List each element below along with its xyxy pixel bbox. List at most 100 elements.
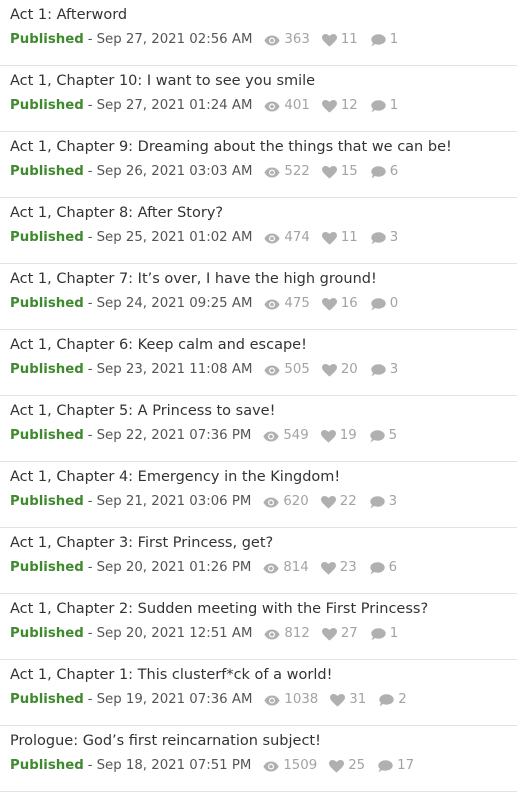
status-label: Published [10, 362, 84, 377]
comments-stat: 3 [369, 491, 397, 513]
likes-count: 27 [340, 626, 358, 641]
views-count: 522 [284, 164, 310, 179]
likes-stat: 27 [321, 623, 358, 645]
chapter-row: Act 1, Chapter 2: Sudden meeting with th… [0, 594, 517, 660]
eye-icon [264, 167, 281, 177]
separator: - [87, 98, 93, 113]
publish-date: Sep 21, 2021 03:06 PM [96, 494, 252, 509]
chapter-title-link[interactable]: Act 1, Chapter 9: Dreaming about the thi… [10, 136, 452, 158]
publish-date: Sep 24, 2021 09:25 AM [96, 296, 253, 311]
publish-date: Sep 23, 2021 11:08 AM [96, 362, 253, 377]
comments-stat: 3 [370, 359, 398, 381]
likes-stat: 12 [321, 95, 358, 117]
heart-icon [330, 693, 346, 707]
comments-stat: 17 [377, 755, 414, 777]
likes-count: 25 [348, 758, 366, 773]
views-stat: 812 [264, 623, 310, 645]
likes-count: 31 [349, 692, 367, 707]
likes-count: 22 [339, 494, 357, 509]
heart-icon [320, 561, 336, 575]
likes-stat: 25 [329, 755, 365, 777]
views-count: 1509 [283, 758, 318, 773]
separator: - [87, 296, 93, 311]
chapter-title-link[interactable]: Prologue: God’s first reincarnation subj… [10, 730, 321, 752]
chapter-title-link[interactable]: Act 1, Chapter 1: This clusterf*ck of a … [10, 664, 332, 686]
eye-icon [264, 365, 281, 375]
separator: - [87, 230, 93, 245]
likes-stat: 23 [320, 557, 357, 579]
likes-stat: 22 [320, 491, 357, 513]
likes-stat: 31 [330, 689, 366, 711]
views-stat: 814 [263, 557, 309, 579]
eye-icon [263, 497, 279, 507]
chapter-title-link[interactable]: Act 1, Chapter 6: Keep calm and escape! [10, 334, 307, 356]
publish-date: Sep 26, 2021 03:03 AM [96, 164, 253, 179]
eye-icon [263, 431, 279, 441]
comments-count: 3 [388, 494, 398, 509]
chapter-meta: Published - Sep 19, 2021 07:36 AM 1038 3… [10, 689, 407, 711]
likes-count: 15 [340, 164, 358, 179]
chapter-meta: Published - Sep 27, 2021 02:56 AM 363 11 [10, 29, 398, 51]
chapter-meta: Published - Sep 20, 2021 01:26 PM 814 23 [10, 557, 397, 579]
chapter-row: Act 1, Chapter 7: It’s over, I have the … [0, 264, 517, 330]
views-count: 505 [284, 362, 310, 377]
chapter-title-link[interactable]: Act 1, Chapter 5: A Princess to save! [10, 400, 275, 422]
comments-count: 6 [389, 164, 399, 179]
comments-count: 3 [389, 230, 399, 245]
heart-icon [321, 99, 337, 113]
separator: - [87, 626, 93, 641]
status-label: Published [10, 32, 84, 47]
status-label: Published [10, 626, 84, 641]
chapter-list: Act 1: Afterword Published - Sep 27, 202… [0, 0, 517, 792]
publish-date: Sep 22, 2021 07:36 PM [96, 428, 252, 443]
chapter-title-link[interactable]: Act 1, Chapter 4: Emergency in the Kingd… [10, 466, 340, 488]
comments-stat: 1 [370, 95, 398, 117]
eye-icon [263, 761, 279, 771]
comments-stat: 6 [370, 161, 398, 183]
chapter-title-link[interactable]: Act 1, Chapter 10: I want to see you smi… [10, 70, 315, 92]
likes-stat: 11 [321, 227, 358, 249]
comment-icon [369, 561, 385, 574]
likes-stat: 15 [321, 161, 358, 183]
comments-stat: 5 [369, 425, 397, 447]
views-count: 812 [284, 626, 310, 641]
comment-icon [371, 297, 386, 310]
heart-icon [320, 495, 336, 509]
comments-stat: 1 [370, 623, 398, 645]
views-stat: 1038 [264, 689, 318, 711]
comment-icon [371, 165, 386, 178]
views-stat: 620 [263, 491, 309, 513]
status-label: Published [10, 230, 84, 245]
publish-date: Sep 19, 2021 07:36 AM [96, 692, 253, 707]
chapter-title-link[interactable]: Act 1, Chapter 8: After Story? [10, 202, 223, 224]
likes-stat: 20 [321, 359, 358, 381]
comments-count: 1 [389, 32, 399, 47]
publish-date: Sep 20, 2021 01:26 PM [96, 560, 252, 575]
heart-icon [321, 33, 337, 47]
comments-stat: 6 [369, 557, 397, 579]
chapter-meta: Published - Sep 18, 2021 07:51 PM 1509 2… [10, 755, 414, 777]
separator: - [87, 428, 93, 443]
status-label: Published [10, 296, 84, 311]
views-count: 1038 [284, 692, 319, 707]
chapter-row: Act 1, Chapter 8: After Story? Published… [0, 198, 517, 264]
chapter-row: Act 1, Chapter 6: Keep calm and escape! … [0, 330, 517, 396]
chapter-title-link[interactable]: Act 1, Chapter 2: Sudden meeting with th… [10, 598, 428, 620]
chapter-meta: Published - Sep 27, 2021 01:24 AM 401 12 [10, 95, 398, 117]
comment-icon [369, 495, 385, 508]
status-label: Published [10, 560, 84, 575]
publish-date: Sep 20, 2021 12:51 AM [96, 626, 253, 641]
comments-count: 17 [397, 758, 415, 773]
views-stat: 1509 [263, 755, 317, 777]
eye-icon [264, 233, 281, 243]
chapter-title-link[interactable]: Act 1, Chapter 3: First Princess, get? [10, 532, 273, 554]
chapter-row: Act 1, Chapter 1: This clusterf*ck of a … [0, 660, 517, 726]
views-count: 620 [283, 494, 309, 509]
likes-count: 19 [339, 428, 357, 443]
heart-icon [321, 363, 337, 377]
likes-count: 12 [340, 98, 358, 113]
chapter-meta: Published - Sep 26, 2021 03:03 AM 522 15 [10, 161, 398, 183]
chapter-title-link[interactable]: Act 1: Afterword [10, 4, 127, 26]
comments-count: 5 [388, 428, 398, 443]
chapter-title-link[interactable]: Act 1, Chapter 7: It’s over, I have the … [10, 268, 377, 290]
